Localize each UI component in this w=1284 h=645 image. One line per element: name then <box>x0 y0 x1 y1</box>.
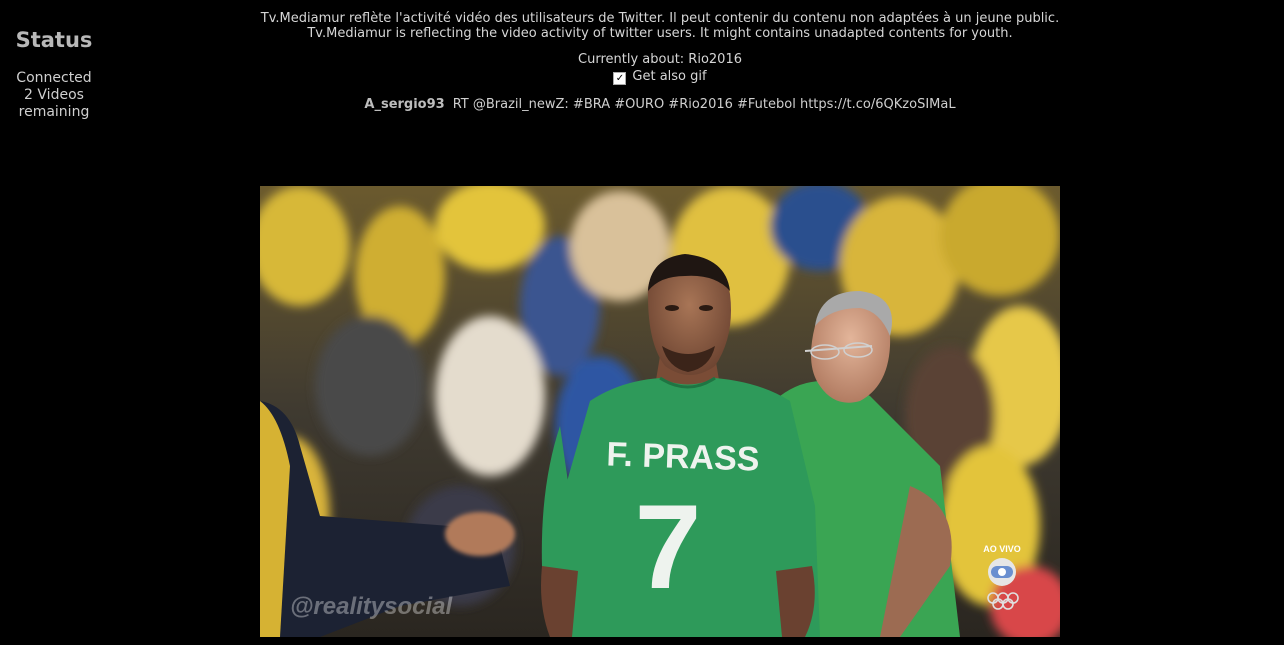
tweet-text: RT @Brazil_newZ: #BRA #OURO #Rio2016 #Fu… <box>452 97 956 112</box>
get-gif-checkbox[interactable]: ✓ <box>613 72 627 85</box>
tweet: A_sergio93 RT @Brazil_newZ: #BRA #OURO #R… <box>180 96 1140 113</box>
disclaimer: Tv.Mediamur reflète l'activité vidéo des… <box>180 11 1140 41</box>
videos-count: 2 Videos <box>24 87 84 103</box>
disclaimer-fr: Tv.Mediamur reflète l'activité vidéo des… <box>260 11 1060 26</box>
status-text: Connected 2 Videos remaining <box>0 70 108 121</box>
video-player[interactable]: F. PRASS 7 @realitysocial AO VIVO <box>260 186 1060 637</box>
status-panel: Status Connected 2 Videos remaining <box>0 26 108 121</box>
gif-option: ✓ Get also gif <box>180 68 1140 85</box>
videos-remaining-label: remaining <box>18 104 90 120</box>
disclaimer-en: Tv.Mediamur is reflecting the video acti… <box>307 26 1013 41</box>
live-label: AO VIVO <box>983 544 1021 554</box>
video-frame: F. PRASS 7 @realitysocial AO VIVO <box>260 186 1060 637</box>
jersey-name: F. PRASS <box>606 435 760 478</box>
jersey-number: 7 <box>635 480 702 614</box>
current-topic: Currently about: Rio2016 <box>578 52 742 67</box>
tweet-username[interactable]: A_sergio93 <box>364 97 444 112</box>
status-title: Status <box>15 28 93 52</box>
connection-status: Connected <box>16 70 92 86</box>
video-watermark: @realitysocial <box>290 593 453 620</box>
get-gif-label[interactable]: Get also gif <box>632 69 706 84</box>
